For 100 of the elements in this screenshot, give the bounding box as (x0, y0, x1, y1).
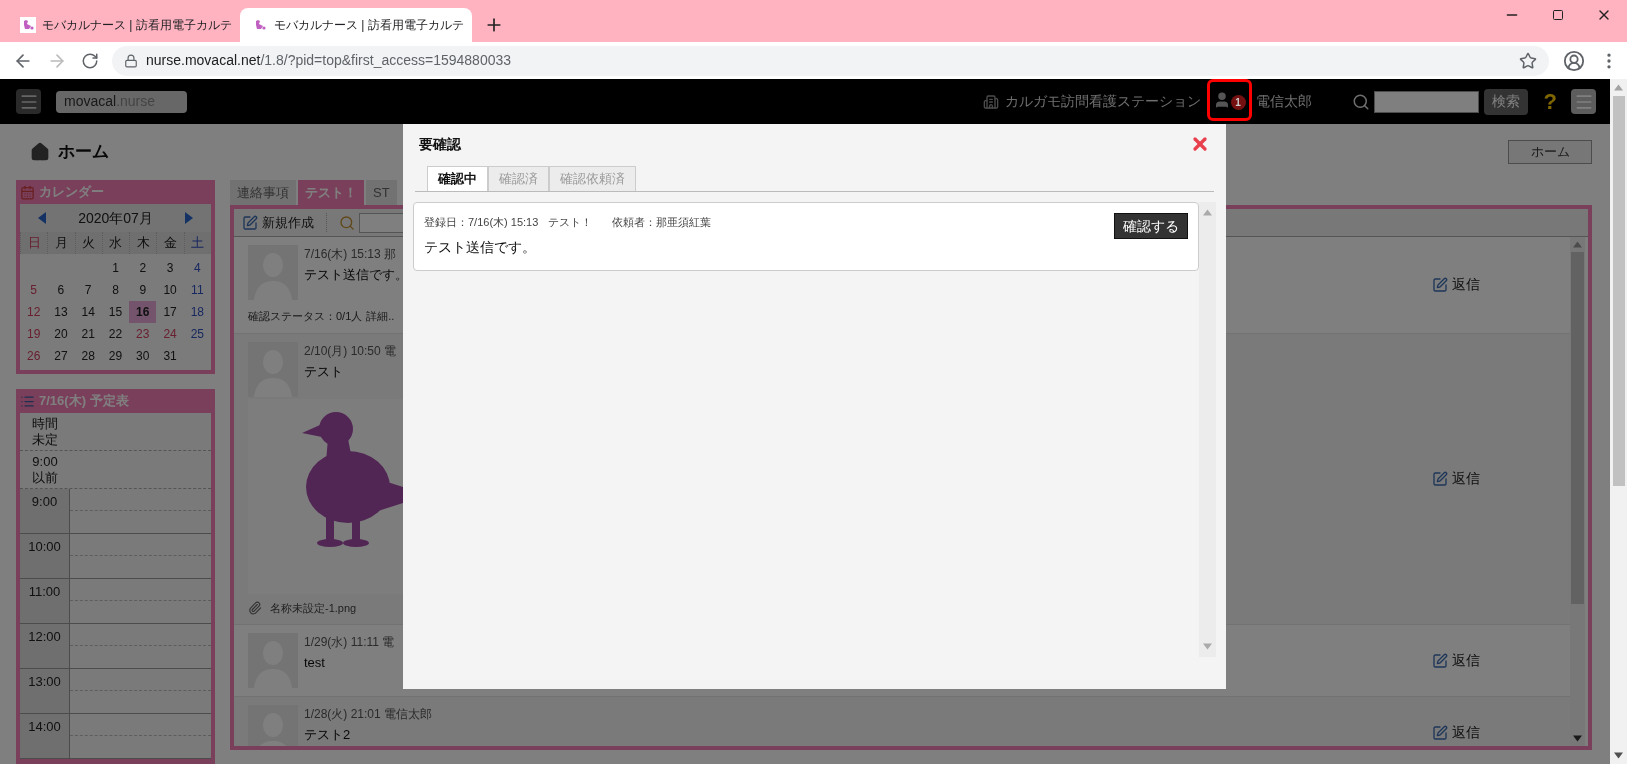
paperclip-icon (248, 600, 262, 615)
tab-title: モバカルナース | 訪看用電子カルテ (42, 17, 232, 34)
scroll-up-icon[interactable] (1573, 240, 1582, 249)
calendar-day[interactable]: 4 (183, 257, 211, 279)
edit-icon (242, 214, 258, 231)
reply-button[interactable]: 返信 (1432, 274, 1480, 296)
calendar-day[interactable]: 22 (101, 323, 130, 345)
calendar-day[interactable]: 18 (183, 301, 211, 323)
dialog-tab[interactable]: 確認依頼済 (549, 166, 636, 191)
scrollbar-thumb[interactable] (1612, 96, 1625, 486)
calendar-day[interactable]: 8 (101, 279, 130, 301)
time-label: 時間 未定 (31, 415, 59, 448)
calendar-day[interactable]: 12 (20, 301, 48, 323)
scroll-up-icon[interactable] (1614, 83, 1623, 92)
calendar-day[interactable]: 30 (129, 345, 157, 367)
status-text: 確認ステータス：0/1人 (248, 309, 363, 324)
page-title: ホーム (58, 141, 109, 164)
details-link[interactable]: 詳細.. (366, 308, 395, 325)
scroll-down-icon[interactable] (1573, 734, 1582, 743)
address-bar[interactable]: nurse.movacal.net/1.8/?pid=top&first_access=1594880033 (112, 45, 1549, 76)
board-tab[interactable]: ST (366, 180, 397, 205)
attachment-link[interactable]: 名称未設定-1.png (270, 599, 357, 616)
search-icon[interactable] (339, 214, 355, 231)
lock-icon (124, 53, 138, 68)
home-button[interactable]: ホーム (1508, 140, 1592, 164)
message-body: テスト (304, 362, 344, 381)
panel-title: カレンダー (39, 183, 104, 202)
message-body: test (304, 654, 326, 672)
calendar-day[interactable]: 7 (74, 279, 102, 301)
notification-badge: 1 (1230, 95, 1246, 110)
dialog-tab[interactable]: 確認済 (488, 166, 549, 191)
scroll-down-icon[interactable] (1614, 751, 1623, 760)
tab-title: モバカルナース | 訪看用電子カルテ (274, 17, 464, 34)
calendar-day[interactable]: 21 (74, 323, 102, 345)
search-button[interactable]: 検索 (1483, 88, 1528, 115)
new-post-button[interactable]: 新規作成 (242, 212, 327, 233)
browser-tab[interactable]: モバカルナース | 訪看用電子カルテ (240, 8, 472, 42)
search-field[interactable] (1373, 90, 1479, 113)
user-name[interactable]: 電信太郎 (1255, 91, 1312, 112)
scroll-up-icon[interactable] (1203, 208, 1212, 217)
message-meta: 2/10(月) 10:50 電 (304, 342, 397, 360)
dialog-tab[interactable]: 確認中 (427, 166, 488, 191)
calendar-day[interactable]: 27 (47, 345, 75, 367)
menu-button[interactable] (1571, 89, 1596, 114)
message-body: テスト2 (304, 726, 352, 744)
calendar-day[interactable]: 20 (47, 323, 75, 345)
calendar-day[interactable]: 16 (129, 301, 157, 323)
month-label: 2020年07月 (78, 208, 153, 228)
board-tab[interactable]: 連絡事項 (230, 180, 296, 205)
calendar-day[interactable]: 1 (101, 257, 130, 279)
edit-icon (1432, 724, 1448, 741)
message-body: テスト送信です。 (304, 266, 408, 284)
profile-icon[interactable] (1563, 49, 1585, 72)
time-label: 11:00 (28, 583, 61, 601)
calendar-day[interactable]: 9 (129, 279, 157, 301)
calendar-day[interactable]: 19 (20, 323, 48, 345)
weekday-label: 金 (156, 232, 184, 254)
category-label: テスト！ (548, 215, 593, 230)
search-icon (1351, 92, 1370, 111)
calendar-day[interactable]: 15 (101, 301, 130, 323)
calendar-day[interactable]: 23 (129, 323, 157, 345)
edit-icon (1432, 470, 1448, 487)
confirm-button[interactable]: 確認する (1114, 213, 1188, 239)
star-icon[interactable] (1519, 51, 1537, 70)
weekday-label: 月 (47, 232, 75, 254)
previous-month-icon[interactable] (36, 212, 49, 224)
menu-button[interactable] (16, 89, 41, 114)
reply-button[interactable]: 返信 (1432, 722, 1480, 743)
calendar-day[interactable]: 25 (183, 323, 211, 345)
weekday-label: 火 (74, 232, 102, 254)
calendar-day[interactable]: 28 (74, 345, 102, 367)
dialog-title: 要確認 (419, 134, 461, 154)
calendar-day[interactable]: 26 (20, 345, 48, 367)
reply-button[interactable]: 返信 (1432, 650, 1480, 671)
time-label: 9:00 以前 (31, 453, 59, 486)
maximize-icon[interactable] (1552, 9, 1564, 21)
calendar-day[interactable]: 31 (156, 345, 184, 367)
confirmation-body: テスト送信です。 (424, 238, 537, 257)
reply-button[interactable]: 返信 (1432, 468, 1480, 490)
calendar-day[interactable]: 14 (74, 301, 102, 323)
calendar-day[interactable]: 6 (47, 279, 75, 301)
time-label: 9:00 (31, 493, 58, 511)
calendar-day[interactable]: 13 (47, 301, 75, 323)
reload-icon[interactable] (81, 51, 99, 70)
help-icon[interactable]: ? (1543, 85, 1557, 118)
calendar-icon (20, 184, 35, 200)
calendar-day[interactable]: 5 (20, 279, 48, 301)
registered-date: 登録日：7/16(木) 15:13 (424, 215, 539, 230)
calendar-day[interactable]: 10 (156, 279, 184, 301)
calendar-day[interactable]: 2 (129, 257, 157, 279)
station-name: カルガモ訪問看護ステーション (1004, 92, 1201, 111)
scrollbar-thumb[interactable] (1571, 252, 1584, 604)
calendar-day[interactable]: 17 (156, 301, 184, 323)
calendar-day[interactable]: 29 (101, 345, 130, 367)
message-meta: 7/16(木) 15:13 那 (304, 246, 398, 263)
next-month-icon[interactable] (182, 212, 195, 224)
calendar-day[interactable]: 3 (156, 257, 184, 279)
message-meta: 1/28(火) 21:01 電信太郎 (304, 706, 433, 723)
calendar-day[interactable]: 11 (183, 279, 211, 301)
calendar-day[interactable]: 24 (156, 323, 184, 345)
